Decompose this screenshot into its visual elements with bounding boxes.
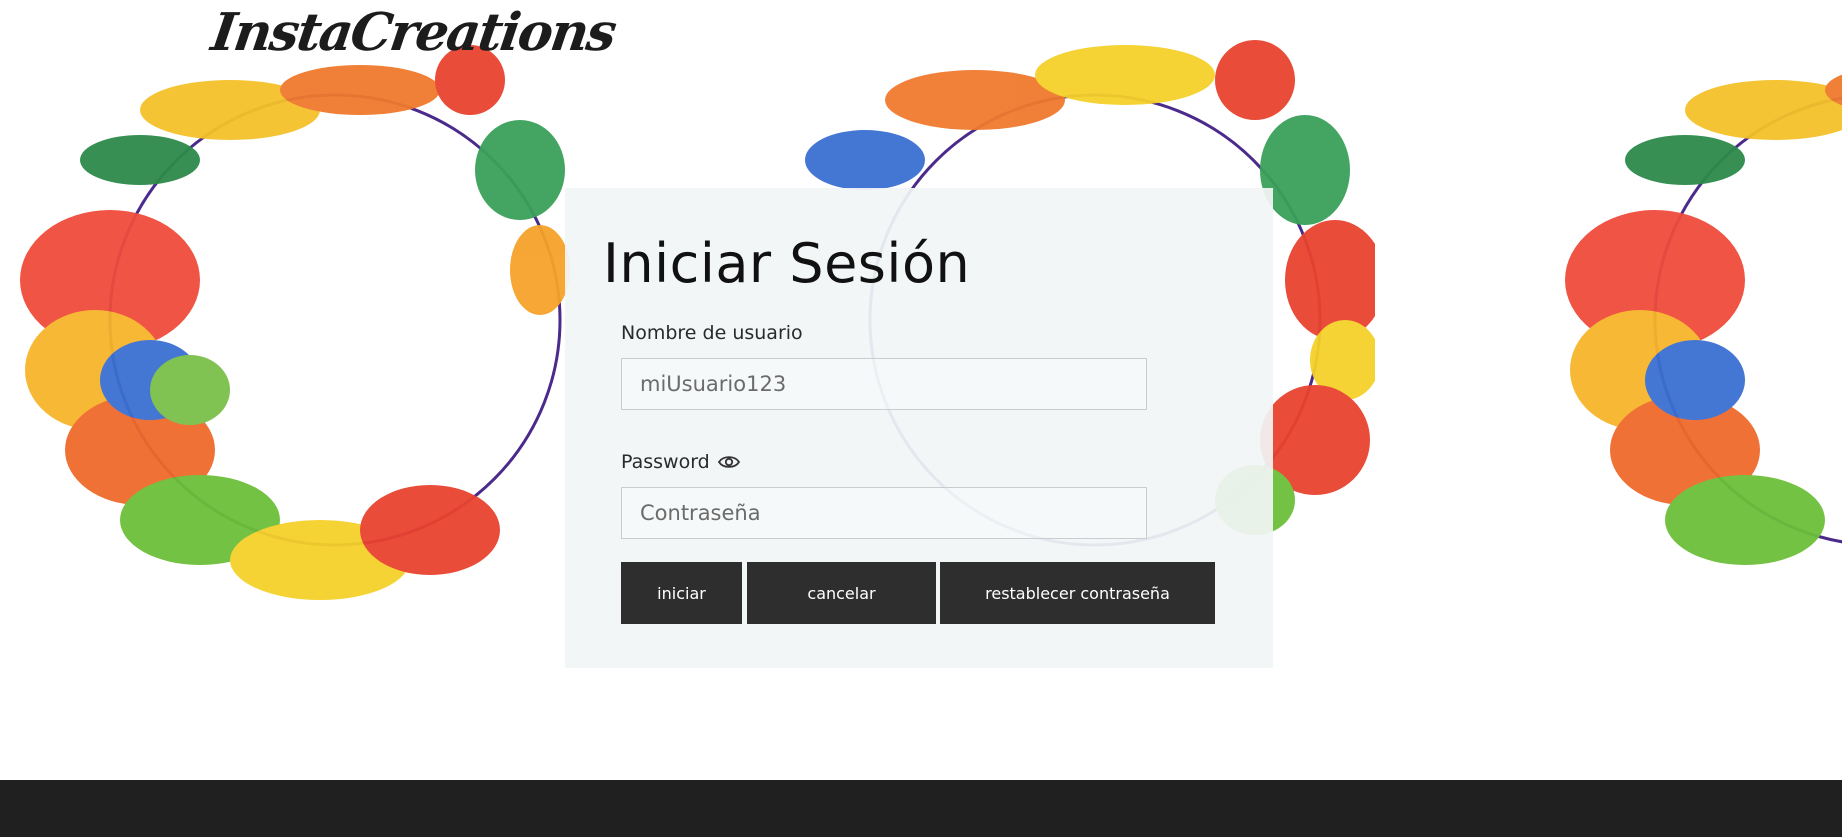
page-title: Iniciar Sesión bbox=[603, 232, 971, 295]
reset-password-button[interactable]: restablecer contraseña bbox=[940, 562, 1215, 624]
footer bbox=[0, 780, 1842, 837]
login-card: Iniciar Sesión Nombre de usuario Passwor… bbox=[565, 188, 1273, 668]
cancel-button[interactable]: cancelar bbox=[747, 562, 936, 624]
username-input[interactable] bbox=[621, 358, 1147, 410]
username-label: Nombre de usuario bbox=[621, 322, 803, 344]
background-wreath bbox=[1545, 20, 1842, 620]
page: InstaCreations Iniciar Sesión Nombre de … bbox=[0, 0, 1842, 837]
password-label-text: Password bbox=[621, 451, 710, 473]
login-button[interactable]: iniciar bbox=[621, 562, 742, 624]
brand-logo: InstaCreations bbox=[207, 2, 619, 63]
password-input[interactable] bbox=[621, 487, 1147, 539]
password-label: Password bbox=[621, 451, 740, 473]
background-wreath bbox=[0, 20, 600, 620]
username-label-text: Nombre de usuario bbox=[621, 322, 803, 344]
eye-icon[interactable] bbox=[717, 454, 740, 470]
